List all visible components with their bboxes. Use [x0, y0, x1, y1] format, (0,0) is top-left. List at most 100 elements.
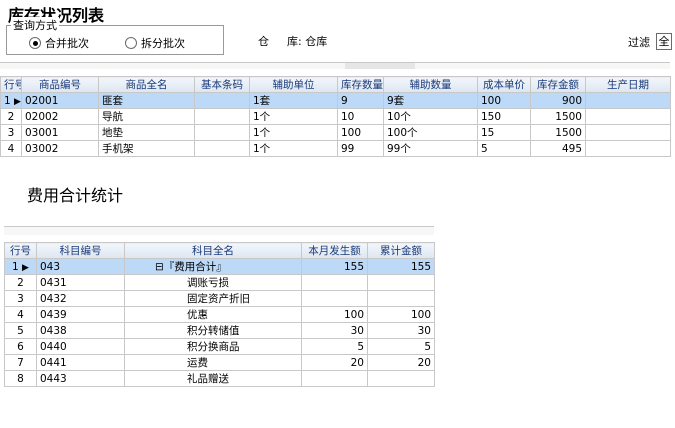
- filter-select[interactable]: 全: [656, 33, 672, 50]
- expense-cell-code: 0438: [36, 322, 125, 339]
- inventory-cell-barcode: [194, 92, 250, 109]
- inventory-column-header[interactable]: 行号: [0, 76, 22, 93]
- inventory-cell-amount: 900: [530, 92, 586, 109]
- inventory-table-scroll-strip: [0, 62, 670, 69]
- split-batch-radio[interactable]: 拆分批次: [125, 35, 185, 51]
- inventory-cell-qty: 10: [337, 108, 384, 125]
- inventory-cell-date: [585, 140, 671, 157]
- inventory-cell-name: 匪套: [98, 92, 195, 109]
- inventory-cell-unit: 1个: [249, 140, 338, 157]
- inventory-column-header[interactable]: 库存数量: [337, 76, 384, 93]
- expense-cell-code: 0440: [36, 338, 125, 355]
- expense-cell-month: 30: [301, 322, 368, 339]
- expense-cell-month: 5: [301, 338, 368, 355]
- inventory-cell-cost: 15: [477, 124, 531, 141]
- expense-cell-total: 100: [367, 306, 435, 323]
- expense-cell-total: 30: [367, 322, 435, 339]
- warehouse-label: 仓: [258, 35, 269, 48]
- inventory-column-header[interactable]: 成本单价: [477, 76, 531, 93]
- expense-cell-no: 3: [4, 290, 37, 307]
- filter-control: 过滤 全: [628, 33, 672, 50]
- inventory-cell-unit: 1个: [249, 124, 338, 141]
- inventory-cell-no: 3: [0, 124, 22, 141]
- expense-cell-name: 优惠: [124, 306, 302, 323]
- inventory-cell-no: 2: [0, 108, 22, 125]
- row-pointer-icon: ▶: [22, 262, 29, 273]
- expense-column-header[interactable]: 累计金额: [367, 242, 435, 259]
- expense-cell-code: 043: [36, 258, 125, 275]
- inventory-cell-unit: 1套: [249, 92, 338, 109]
- expense-cell-no: 7: [4, 354, 37, 371]
- expense-cell-name: 积分转储值: [124, 322, 302, 339]
- table-row[interactable]: 1 ▶ 043 ⊟『费用合计』 155 155: [4, 258, 435, 275]
- inventory-column-header[interactable]: 基本条码: [194, 76, 250, 93]
- split-batch-label: 拆分批次: [141, 37, 185, 50]
- inventory-cell-qty: 99: [337, 140, 384, 157]
- expense-column-header[interactable]: 科目编号: [36, 242, 125, 259]
- inventory-cell-barcode: [194, 108, 250, 125]
- inventory-cell-aux_qty: 100个: [383, 124, 478, 141]
- inventory-cell-code: 03002: [21, 140, 99, 157]
- inventory-cell-no: 4: [0, 140, 22, 157]
- inventory-column-header[interactable]: 辅助数量: [383, 76, 478, 93]
- inventory-column-header[interactable]: 生产日期: [585, 76, 671, 93]
- table-row[interactable]: 5 0438 积分转储值 30 30: [4, 322, 435, 339]
- expense-cell-total: [367, 290, 435, 307]
- table-row[interactable]: 4 03002 手机架 1个 99 99个 5 495: [0, 140, 671, 157]
- expense-column-header[interactable]: 本月发生额: [301, 242, 368, 259]
- table-row[interactable]: 3 03001 地垫 1个 100 100个 15 1500: [0, 124, 671, 141]
- expense-cell-month: 100: [301, 306, 368, 323]
- expense-column-header[interactable]: 科目全名: [124, 242, 302, 259]
- table-row[interactable]: 1 ▶ 02001 匪套 1套 9 9套 100 900: [0, 92, 671, 109]
- table-row[interactable]: 6 0440 积分换商品 5 5: [4, 338, 435, 355]
- table-row[interactable]: 4 0439 优惠 100 100: [4, 306, 435, 323]
- inventory-cell-code: 02002: [21, 108, 99, 125]
- expense-cell-name: 运费: [124, 354, 302, 371]
- expense-cell-total: 5: [367, 338, 435, 355]
- table-row[interactable]: 7 0441 运费 20 20: [4, 354, 435, 371]
- inventory-cell-date: [585, 92, 671, 109]
- inventory-column-header[interactable]: 商品全名: [98, 76, 195, 93]
- table-row[interactable]: 2 02002 导航 1个 10 10个 150 1500: [0, 108, 671, 125]
- expense-cell-name: 固定资产折旧: [124, 290, 302, 307]
- inventory-cell-aux_qty: 99个: [383, 140, 478, 157]
- table-row[interactable]: 3 0432 固定资产折旧: [4, 290, 435, 307]
- expense-column-header[interactable]: 行号: [4, 242, 37, 259]
- expense-header-row: 行号 科目编号 科目全名 本月发生额 累计金额: [4, 242, 435, 259]
- expense-cell-code: 0432: [36, 290, 125, 307]
- inventory-column-header[interactable]: 商品编号: [21, 76, 99, 93]
- inventory-cell-name: 手机架: [98, 140, 195, 157]
- expense-cell-month: 155: [301, 258, 368, 275]
- inventory-cell-barcode: [194, 140, 250, 157]
- warehouse-display: 仓 库: 仓库: [258, 33, 327, 49]
- inventory-cell-cost: 100: [477, 92, 531, 109]
- expense-cell-month: [301, 370, 368, 387]
- inventory-column-header[interactable]: 辅助单位: [249, 76, 338, 93]
- query-mode-legend: 查询方式: [11, 17, 59, 33]
- inventory-cell-amount: 1500: [530, 124, 586, 141]
- expense-title: 费用合计统计: [27, 186, 124, 205]
- inventory-cell-cost: 150: [477, 108, 531, 125]
- strip-handle[interactable]: [345, 63, 415, 69]
- expense-cell-no: 2: [4, 274, 37, 291]
- expense-cell-no: 1 ▶: [4, 258, 37, 275]
- expense-cell-name: ⊟『费用合计』: [124, 258, 302, 275]
- inventory-column-header[interactable]: 库存金额: [530, 76, 586, 93]
- table-row[interactable]: 8 0443 礼品赠送: [4, 370, 435, 387]
- expense-table-scroll-strip: [4, 226, 434, 235]
- merge-batch-label: 合并批次: [45, 37, 89, 50]
- expense-cell-code: 0443: [36, 370, 125, 387]
- inventory-cell-cost: 5: [477, 140, 531, 157]
- inventory-cell-date: [585, 108, 671, 125]
- inventory-cell-code: 03001: [21, 124, 99, 141]
- merge-batch-radio[interactable]: 合并批次: [29, 35, 89, 51]
- expense-cell-month: [301, 290, 368, 307]
- radio-selected-icon: [29, 37, 41, 49]
- query-mode-group: 查询方式 合并批次 拆分批次: [6, 17, 224, 55]
- table-row[interactable]: 2 0431 调账亏损: [4, 274, 435, 291]
- expense-table: 行号 科目编号 科目全名 本月发生额 累计金额 1 ▶ 043 ⊟『费用合计』 155 155 2…: [4, 242, 435, 387]
- expense-cell-no: 4: [4, 306, 37, 323]
- inventory-cell-code: 02001: [21, 92, 99, 109]
- inventory-cell-aux_qty: 10个: [383, 108, 478, 125]
- expense-cell-name: 调账亏损: [124, 274, 302, 291]
